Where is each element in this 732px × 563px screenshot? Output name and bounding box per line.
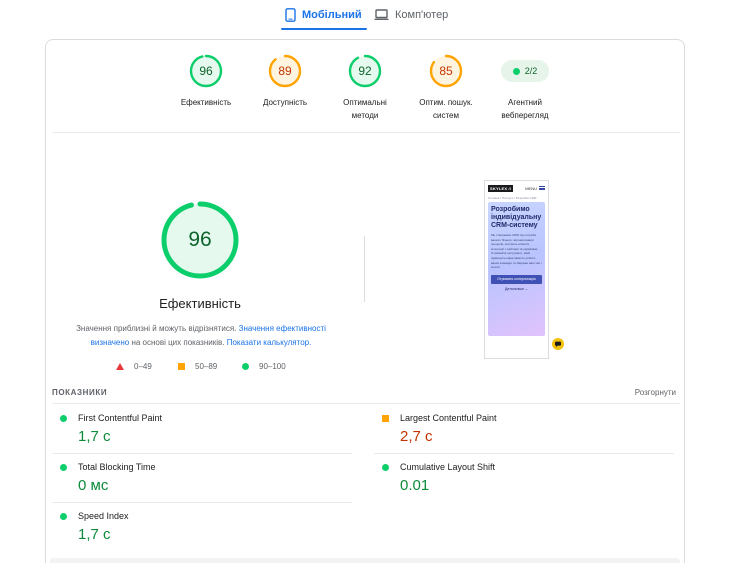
good-circle-icon (60, 513, 67, 520)
legend-good-label: 90–100 (259, 362, 286, 371)
metric-label: Speed Index (78, 511, 129, 521)
gauge-ring: 96 (189, 54, 223, 88)
vertical-divider (364, 236, 365, 302)
legend-average-label: 50–89 (195, 362, 218, 371)
preview-logo: SKYLEX // (488, 184, 514, 192)
preview-hero: Розробимо індивідуальну CRM-систему Ми с… (488, 202, 545, 336)
metric-label: Total Blocking Time (78, 462, 156, 472)
gauge-value: 92 (358, 64, 372, 78)
preview-heading: Розробимо індивідуальну CRM-систему (491, 206, 542, 229)
average-square-icon (382, 415, 389, 422)
note-text: Значення приблизні й можуть відрізнятися… (76, 324, 237, 333)
good-circle-icon (60, 415, 67, 422)
pass-dot-icon (512, 67, 520, 75)
score-note: Значення приблизні й можуть відрізнятися… (56, 322, 346, 350)
main-score-title: Ефективність (159, 296, 241, 311)
divider (52, 132, 680, 133)
audits-section-bar (50, 558, 680, 563)
metrics-title: ПОКАЗНИКИ (52, 388, 108, 397)
preview-text: Ми створюємо CRM під потреби вашого бізн… (491, 233, 542, 270)
preview-more-label: Детальніше (505, 286, 525, 291)
metric-lcp: Largest Contentful Paint 2,7 с (374, 405, 674, 454)
gauge-label: Оптим. пошук. систем (419, 98, 473, 120)
triangle-icon (116, 363, 124, 370)
preview-breadcrumb: Головна / Послуги / Розробка CRM (488, 196, 537, 200)
hamburger-icon (539, 186, 545, 190)
preview-more-link: Детальніше ⌄ (505, 286, 528, 291)
legend-good: 90–100 (242, 362, 286, 371)
pwa-badge: 2/2 (501, 60, 549, 82)
pwa-value: 2/2 (524, 66, 538, 76)
tab-desktop-label: Комп'ютер (395, 9, 449, 21)
main-score-gauge: 96 (160, 200, 240, 280)
legend-bad: 0–49 (116, 362, 152, 371)
preview-header: SKYLEX // MENU (485, 181, 548, 195)
metric-value: 2,7 с (400, 428, 433, 445)
gauge-label: Оптимальні методи (343, 98, 387, 120)
tab-desktop[interactable]: Комп'ютер (374, 0, 454, 30)
chat-icon (552, 338, 564, 350)
gauge-value: 89 (278, 64, 292, 78)
score-legend: 0–49 50–89 90–100 (116, 362, 306, 374)
metric-label: First Contentful Paint (78, 413, 163, 423)
main-score-value: 96 (188, 228, 212, 251)
metric-value: 1,7 с (78, 526, 111, 543)
metric-fcp: First Contentful Paint 1,7 с (52, 405, 352, 454)
expand-metrics-button[interactable]: Розгорнути (635, 388, 676, 397)
gauge-value: 85 (439, 64, 453, 78)
category-gauges: 96 Ефективність 89 Доступність 92 Оптима… (46, 40, 686, 132)
tab-mobile[interactable]: Мобільний (281, 0, 367, 30)
preview-menu: MENU (525, 186, 545, 191)
metrics-header: ПОКАЗНИКИ Розгорнути (52, 386, 680, 404)
gauge-ring: 92 (348, 54, 382, 88)
metric-label: Largest Contentful Paint (400, 413, 497, 423)
calculator-link[interactable]: Показати калькулятор. (227, 338, 312, 347)
metric-label: Cumulative Layout Shift (400, 462, 496, 472)
legend-average: 50–89 (178, 362, 217, 371)
gauge-value: 96 (199, 64, 213, 78)
metric-value: 0 мс (78, 477, 109, 494)
preview-menu-label: MENU (525, 185, 537, 191)
tab-mobile-label: Мобільний (302, 9, 362, 21)
metric-value: 0.01 (400, 477, 430, 494)
gauge-ring: 89 (268, 54, 302, 88)
metric-cls: Cumulative Layout Shift 0.01 (374, 454, 674, 503)
good-circle-icon (382, 464, 389, 471)
metric-tbt: Total Blocking Time 0 мс (52, 454, 352, 503)
circle-icon (242, 363, 249, 370)
metric-value: 1,7 с (78, 428, 111, 445)
laptop-icon (374, 9, 389, 20)
gauge-agentic-browsing[interactable]: 2/2 Агентний вебперегляд (475, 54, 575, 122)
page-screenshot-preview[interactable]: SKYLEX // MENU Головна / Послуги / Розро… (484, 180, 549, 359)
gauge-label: Агентний вебперегляд (501, 98, 549, 120)
gauge-ring: 85 (429, 54, 463, 88)
smartphone-icon (285, 8, 296, 22)
report-card: 96 Ефективність 89 Доступність 92 Оптима… (45, 39, 685, 563)
legend-bad-label: 0–49 (134, 362, 152, 371)
good-circle-icon (60, 464, 67, 471)
metric-speed-index: Speed Index 1,7 с (52, 503, 352, 552)
preview-cta-button: Отримати консультацію (491, 274, 542, 284)
device-tabs: Мобільний Комп'ютер (0, 0, 732, 32)
note-text-mid: на основі цих показників. (131, 338, 225, 347)
square-icon (178, 363, 185, 370)
